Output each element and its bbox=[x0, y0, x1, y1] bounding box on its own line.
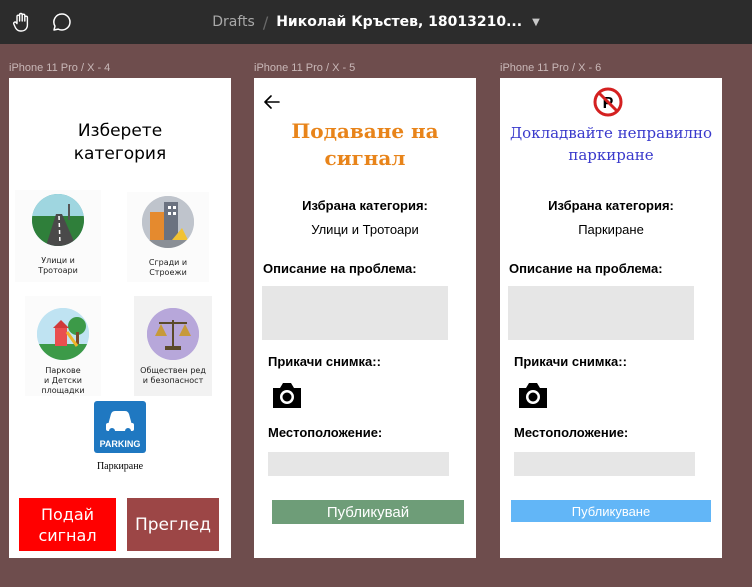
breadcrumb-separator: / bbox=[262, 12, 269, 32]
category-label: и безопасност bbox=[142, 376, 204, 385]
construction-icon bbox=[142, 196, 194, 248]
category-streets[interactable]: Улици и Тротоари bbox=[15, 190, 101, 282]
selected-category-value: Улици и Тротоари bbox=[311, 222, 419, 237]
selected-category-label: Избрана категория: bbox=[302, 198, 428, 213]
attach-photo-label: Прикачи снимка:: bbox=[514, 354, 627, 369]
submit-signal-button[interactable]: Подай сигнал bbox=[19, 498, 116, 551]
page-title: Изберете категория bbox=[9, 120, 231, 166]
location-field[interactable] bbox=[514, 452, 695, 476]
phone-frame-submit: Подаване на сигнал Избрана категория: Ул… bbox=[254, 78, 476, 558]
camera-icon[interactable] bbox=[516, 380, 550, 410]
page-title-line1: Подаване на bbox=[291, 119, 439, 143]
file-name[interactable]: Николай Кръстев, 18013210... bbox=[276, 14, 522, 30]
frame-label-4[interactable]: iPhone 11 Pro / X - 4 bbox=[9, 62, 110, 74]
breadcrumb-drafts[interactable]: Drafts bbox=[212, 14, 255, 30]
category-label: Строежи bbox=[149, 268, 187, 277]
breadcrumb: Drafts / Николай Кръстев, 18013210... ▼ bbox=[0, 0, 752, 44]
page-title: Докладвайте неправилно паркиране bbox=[500, 122, 722, 166]
description-field[interactable] bbox=[508, 286, 694, 340]
category-public-order[interactable]: Обществен ред и безопасност bbox=[134, 296, 212, 396]
location-label: Местоположение: bbox=[268, 425, 383, 440]
category-label: Улици и bbox=[41, 256, 75, 265]
back-arrow-icon[interactable] bbox=[264, 95, 280, 109]
description-label: Описание на проблема: bbox=[509, 261, 663, 276]
category-label: Сгради и bbox=[148, 258, 188, 267]
category-label: Тротоари bbox=[38, 266, 78, 275]
selected-category-label: Избрана категория: bbox=[548, 198, 674, 213]
category-buildings[interactable]: Сгради и Строежи bbox=[127, 192, 209, 282]
category-label: Паркове bbox=[45, 366, 81, 375]
page-title-line2: паркиране bbox=[568, 146, 654, 164]
phone-frame-parking-report: P Докладвайте неправилно паркиране Избра… bbox=[500, 78, 722, 558]
category-label: площадки bbox=[41, 386, 85, 395]
frame-label-6[interactable]: iPhone 11 Pro / X - 6 bbox=[500, 62, 601, 74]
publish-button[interactable]: Публикуване bbox=[511, 500, 711, 522]
top-toolbar: Drafts / Николай Кръстев, 18013210... ▼ bbox=[0, 0, 752, 44]
location-field[interactable] bbox=[268, 452, 449, 476]
scales-icon bbox=[147, 308, 199, 360]
selected-category-value: Паркиране bbox=[578, 222, 644, 237]
car-icon bbox=[106, 411, 134, 434]
submit-signal-label: Подай bbox=[40, 504, 95, 524]
phone-frame-categories: Изберете категория Улици и Тротоари Сгра… bbox=[9, 78, 231, 558]
publish-button[interactable]: Публикувай bbox=[272, 500, 464, 524]
review-button[interactable]: Преглед bbox=[127, 498, 219, 551]
attach-photo-label: Прикачи снимка:: bbox=[268, 354, 381, 369]
category-parks[interactable]: Паркове и Детски площадки bbox=[25, 296, 101, 396]
playground-icon bbox=[37, 308, 89, 360]
description-field[interactable] bbox=[262, 286, 448, 340]
page-title-line1: Изберете bbox=[77, 121, 163, 141]
parking-badge-text: PARKING bbox=[99, 439, 141, 449]
frame-label-5[interactable]: iPhone 11 Pro / X - 5 bbox=[254, 62, 355, 74]
parking-label: Паркиране bbox=[96, 461, 144, 472]
no-parking-icon: P bbox=[593, 87, 623, 117]
category-label: Обществен ред bbox=[140, 366, 206, 375]
page-title-line1: Докладвайте неправилно bbox=[509, 124, 713, 142]
location-label: Местоположение: bbox=[514, 425, 629, 440]
submit-signal-label: сигнал bbox=[38, 525, 97, 545]
category-label: и Детски bbox=[43, 376, 82, 385]
page-title: Подаване на сигнал bbox=[254, 118, 476, 172]
page-title-line2: категория bbox=[73, 144, 167, 164]
parking-icon[interactable]: PARKING bbox=[94, 401, 146, 453]
chevron-down-icon[interactable]: ▼ bbox=[532, 17, 540, 28]
page-title-line2: сигнал bbox=[324, 146, 406, 170]
camera-icon[interactable] bbox=[270, 380, 304, 410]
description-label: Описание на проблема: bbox=[263, 261, 417, 276]
road-icon bbox=[32, 194, 84, 246]
